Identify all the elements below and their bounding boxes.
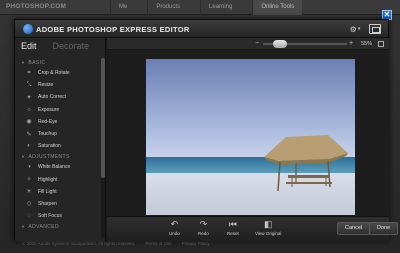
- zoom-in-icon[interactable]: +: [349, 40, 353, 47]
- tool-label: Resize: [38, 82, 54, 89]
- section-title: ADVANCED: [28, 223, 59, 230]
- tool-item[interactable]: ◇ Sharpen: [15, 198, 99, 210]
- saturation-icon: ◐: [27, 143, 31, 150]
- tool-label: Saturation: [38, 143, 61, 150]
- tool-item[interactable]: ⌗ Crop & Rotate: [15, 67, 99, 79]
- nav-me[interactable]: Me: [110, 0, 135, 15]
- tab-edit[interactable]: Edit: [21, 41, 37, 51]
- cancel-button[interactable]: Cancel: [337, 222, 371, 235]
- view-original-label: View Original: [255, 231, 282, 236]
- tool-label: Red-Eye: [38, 118, 58, 125]
- redo-icon: ↷: [199, 219, 208, 229]
- scrollbar-thumb[interactable]: [101, 58, 105, 178]
- tool-label: Exposure: [38, 106, 60, 113]
- tool-label: Crop & Rotate: [38, 70, 70, 77]
- section-header-basic[interactable]: ▼ BASIC: [15, 58, 99, 67]
- tool-item[interactable]: ✦ Auto Correct: [15, 91, 99, 103]
- soft-focus-icon: ◌: [27, 213, 31, 220]
- sidebar-tabs: Edit Decorate: [15, 38, 105, 54]
- section-title: ADJUSTMENTS: [28, 153, 70, 160]
- photo-preview[interactable]: [146, 59, 355, 215]
- section-collapse-icon: ▼: [21, 60, 26, 65]
- done-button[interactable]: Done: [369, 222, 399, 235]
- brush-icon: ✎: [26, 131, 32, 138]
- modal-titlebar: ADOBE PHOTOSHOP EXPRESS EDITOR ⚙ ▾: [15, 20, 388, 38]
- settings-button[interactable]: ⚙ ▾: [348, 24, 362, 34]
- photoshop-logo-icon: [23, 24, 33, 34]
- nav-products[interactable]: Products: [147, 0, 188, 15]
- tool-item[interactable]: ☼ Exposure: [15, 104, 99, 116]
- tool-label: Auto Correct: [38, 94, 67, 101]
- highlight-icon: ✧: [26, 177, 32, 184]
- tool-item[interactable]: ✎ Touchup: [15, 128, 99, 140]
- fill-light-icon: ☀: [26, 189, 32, 196]
- view-original-icon: ◧: [263, 219, 273, 229]
- reset-label: Reset: [227, 231, 239, 236]
- redo-button[interactable]: ↷ Redo: [198, 219, 209, 237]
- tool-item[interactable]: ◌ Soft Focus: [15, 210, 99, 222]
- balance-icon: ◑: [27, 164, 31, 171]
- tool-label: Sharpen: [38, 200, 57, 207]
- zoom-out-icon[interactable]: −: [255, 40, 259, 47]
- tool-item[interactable]: ⤡ Resize: [15, 79, 99, 91]
- resize-icon: ⤡: [26, 81, 32, 88]
- bottom-toolbar: ↶ Undo ↷ Redo ⏮ Reset ◧ View Original Ca…: [107, 216, 399, 242]
- tab-decorate[interactable]: Decorate: [53, 41, 90, 51]
- tool-item[interactable]: ◉ Red-Eye: [15, 116, 99, 128]
- gear-icon: ⚙: [349, 24, 357, 34]
- tool-item[interactable]: ◑ White Balance: [15, 161, 99, 173]
- tool-label: White Balance: [38, 164, 71, 171]
- editor-modal: ADOBE PHOTOSHOP EXPRESS EDITOR ⚙ ▾ Edit …: [14, 19, 399, 242]
- undo-button[interactable]: ↶ Undo: [169, 219, 180, 237]
- site-header: PHOTOSHOP.COM Me Products Learning Onlin…: [0, 0, 400, 15]
- section-header-adjustments[interactable]: ▼ ADJUSTMENTS: [15, 152, 99, 161]
- undo-label: Undo: [169, 231, 180, 236]
- fullscreen-button[interactable]: [369, 24, 381, 34]
- tool-label: Highlight: [38, 176, 58, 183]
- undo-icon: ↶: [170, 219, 179, 229]
- chevron-down-icon: ▾: [357, 26, 361, 32]
- tool-label: Fill Light: [38, 188, 57, 195]
- tool-label: Soft Focus: [38, 213, 62, 220]
- fit-to-window-icon[interactable]: [378, 41, 384, 47]
- reset-button[interactable]: ⏮ Reset: [227, 219, 239, 237]
- modal-title: ADOBE PHOTOSHOP EXPRESS EDITOR: [36, 24, 190, 34]
- tools-sidebar: Edit Decorate ▼ BASIC ⌗ Crop & Rotate ⤡ Resiz…: [15, 38, 106, 242]
- sidebar-scrollbar[interactable]: [101, 58, 105, 238]
- sun-icon: ☼: [26, 106, 32, 113]
- tool-item[interactable]: ◐ Saturation: [15, 140, 99, 152]
- sharpen-icon: ◇: [26, 201, 32, 208]
- crop-icon: ⌗: [27, 69, 31, 76]
- tool-item[interactable]: ✧ Highlight: [15, 174, 99, 186]
- section-title: BASIC: [28, 59, 46, 66]
- canvas-area: − + 55%: [107, 38, 389, 216]
- view-original-button[interactable]: ◧ View Original: [255, 219, 282, 237]
- site-logo[interactable]: PHOTOSHOP.COM: [6, 3, 66, 10]
- zoom-slider-thumb[interactable]: [273, 40, 288, 48]
- tool-list: ▼ BASIC ⌗ Crop & Rotate ⤡ Resize ✦ Auto Correct…: [15, 58, 99, 231]
- redo-label: Redo: [198, 231, 209, 236]
- zoom-value: 55%: [361, 41, 373, 47]
- eye-icon: ◉: [26, 119, 32, 126]
- beach-hut-image: [264, 135, 348, 192]
- wand-icon: ✦: [26, 94, 32, 101]
- tool-item[interactable]: ☀ Fill Light: [15, 186, 99, 198]
- nav-online-tools[interactable]: Online Tools: [252, 0, 303, 15]
- reset-icon: ⏮: [228, 219, 237, 229]
- section-collapse-icon: ▼: [21, 224, 26, 230]
- zoom-bar: − + 55%: [107, 38, 389, 50]
- section-header-advanced[interactable]: ▼ ADVANCED: [15, 222, 99, 231]
- nav-learning[interactable]: Learning: [200, 0, 240, 15]
- section-collapse-icon: ▼: [21, 154, 26, 160]
- tool-label: Touchup: [38, 131, 57, 138]
